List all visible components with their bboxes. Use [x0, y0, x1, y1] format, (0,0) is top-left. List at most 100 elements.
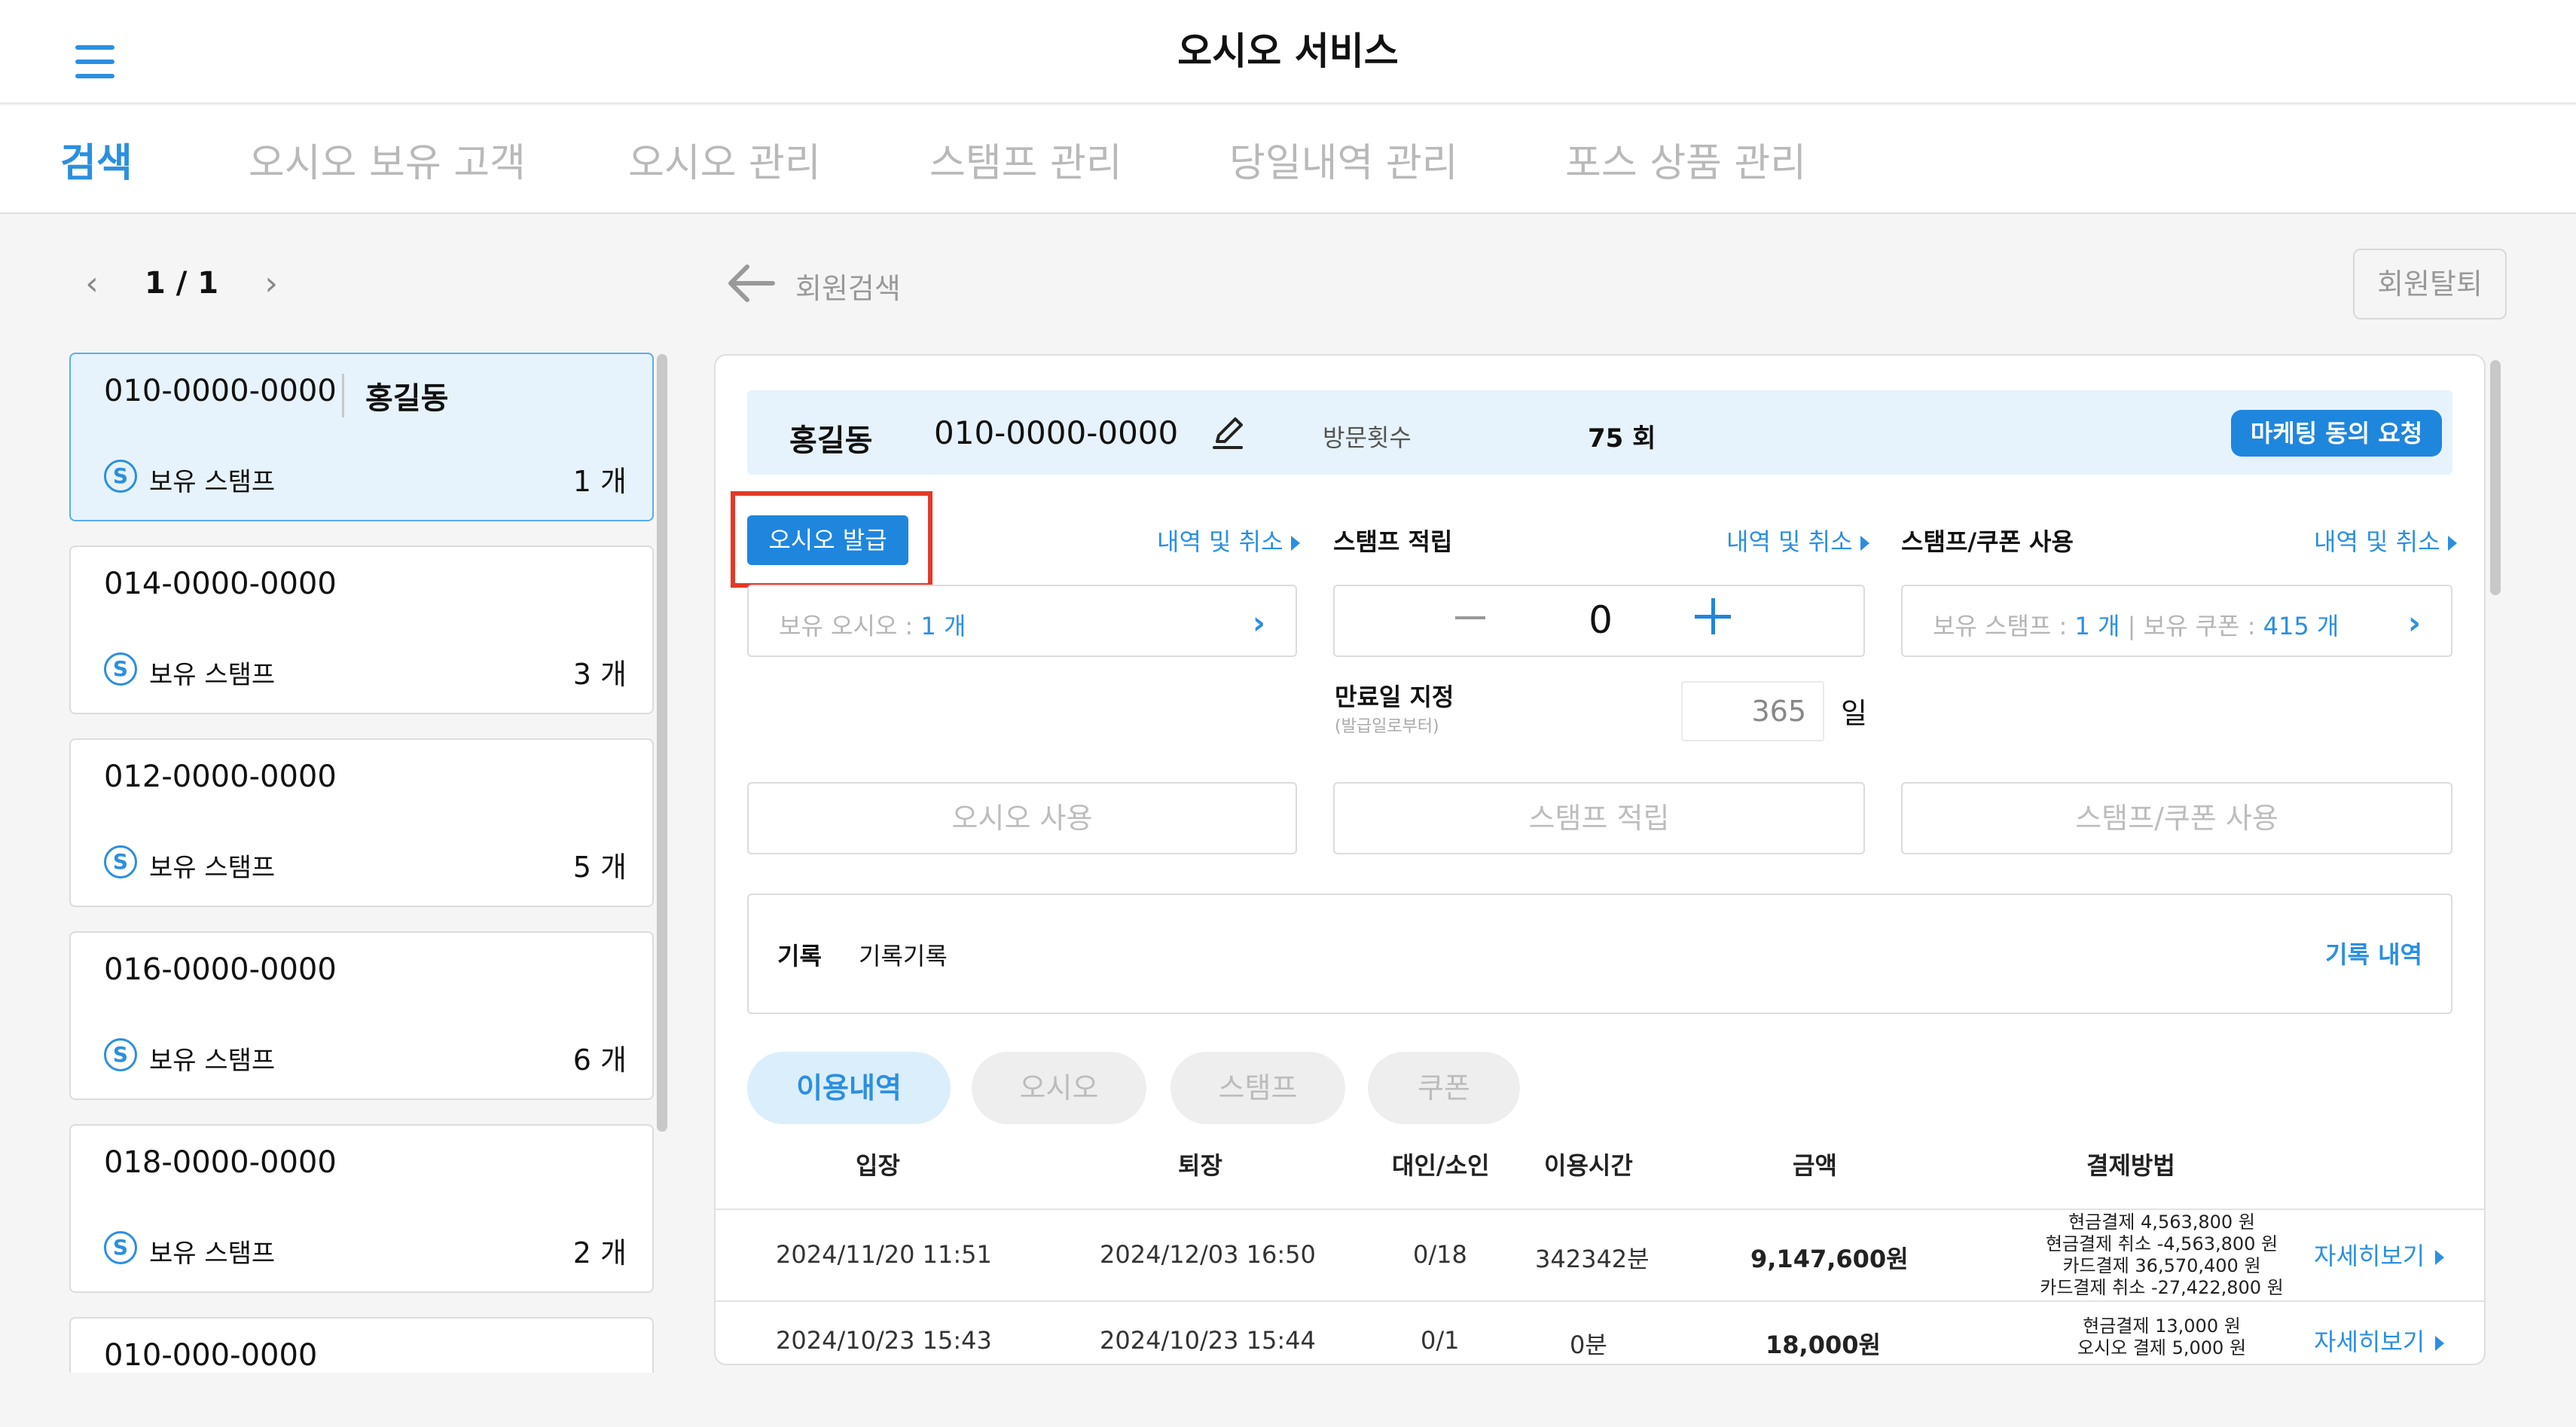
- stamp-count: 1 개: [572, 465, 627, 498]
- expire-days-input[interactable]: 365: [1681, 681, 1824, 741]
- cell-people: 0/18: [1413, 1240, 1467, 1269]
- osio-owned-field[interactable]: 보유 오시오 : 1 개 ›: [747, 585, 1297, 657]
- memo-value: 기록기록: [859, 942, 948, 970]
- stamp-count: 3 개: [572, 658, 627, 691]
- column-header-payment: 결제방법: [2086, 1151, 2175, 1180]
- stamp-count: 6 개: [572, 1044, 627, 1077]
- member-phone: 012-0000-0000: [104, 759, 337, 794]
- owned-stamp-value: 1 개: [2074, 612, 2120, 640]
- stamp-earn-title: 스탬프 적립: [1333, 527, 1453, 556]
- member-card[interactable]: 014-0000-0000 S 보유 스탬프 3 개: [69, 545, 654, 714]
- stamp-count: 2 개: [572, 1236, 627, 1270]
- link-label: 내역 및 취소: [1726, 527, 1853, 556]
- payment-line: 현금결제 취소 -4,563,800 원: [2045, 1233, 2278, 1254]
- customer-info-bar: 홍길동 010-0000-0000 방문횟수 75 회 마케팅 동의 요청: [747, 390, 2452, 475]
- member-card[interactable]: 010-000-0000: [69, 1317, 654, 1373]
- filter-coupon[interactable]: 쿠폰: [1368, 1052, 1520, 1124]
- memo-history-link[interactable]: 기록 내역: [2325, 936, 2422, 970]
- detail-panel-scrollbar[interactable]: [2490, 360, 2501, 595]
- member-phone: 016-0000-0000: [104, 952, 337, 987]
- payment-line: 오시오 결제 5,000 원: [2077, 1337, 2247, 1358]
- cell-exit: 2024/10/23 15:44: [1100, 1326, 1316, 1355]
- visits-label: 방문횟수: [1323, 423, 1412, 452]
- view-detail-link[interactable]: 자세히보기: [2314, 1237, 2445, 1272]
- chevron-right-icon: ›: [2407, 604, 2421, 641]
- column-header-people: 대인/소인: [1392, 1151, 1490, 1180]
- memo-box: 기록 기록기록 기록 내역: [747, 894, 2452, 1014]
- app-title: 오시오 서비스: [1177, 29, 1399, 73]
- member-card[interactable]: 010-0000-0000 홍길동 S 보유 스탬프 1 개: [69, 353, 654, 521]
- cell-amount: 18,000원: [1766, 1331, 1881, 1359]
- cell-payment-methods: 현금결제 4,563,800 원 현금결제 취소 -4,563,800 원 카드…: [2004, 1212, 2320, 1299]
- pencil-edit-icon[interactable]: [1207, 411, 1249, 454]
- view-detail-link[interactable]: 자세히보기: [2314, 1323, 2445, 1358]
- tab-stamp-management[interactable]: 스탬프 관리: [929, 131, 1122, 188]
- stamp-label: 보유 스탬프: [149, 1239, 276, 1269]
- expire-unit: 일: [1841, 697, 1867, 730]
- member-card[interactable]: 016-0000-0000 S 보유 스탬프 6 개: [69, 931, 654, 1100]
- member-name: 홍길동: [342, 374, 448, 417]
- chevron-right-icon[interactable]: ›: [255, 264, 288, 303]
- stamp-earn-button[interactable]: 스탬프 적립: [1333, 782, 1865, 854]
- stamp-coupon-owned-field[interactable]: 보유 스탬프 : 1 개 | 보유 쿠폰 : 415 개 ›: [1901, 585, 2452, 657]
- owned-coupon-value: 415 개: [2263, 612, 2339, 640]
- filter-usage-history[interactable]: 이용내역: [747, 1052, 951, 1124]
- stamp-quantity-value: 0: [1589, 598, 1613, 642]
- triangle-right-icon: [2435, 1336, 2445, 1351]
- link-label: 내역 및 취소: [2314, 527, 2440, 556]
- filter-osio[interactable]: 오시오: [972, 1052, 1146, 1124]
- owned-coupon-label: 보유 쿠폰 :: [2143, 612, 2263, 640]
- member-list-scrollbar[interactable]: [657, 354, 667, 1132]
- separator: |: [2127, 612, 2136, 640]
- link-label: 내역 및 취소: [1157, 527, 1283, 556]
- osio-use-button[interactable]: 오시오 사용: [747, 782, 1297, 854]
- payment-line: 카드결제 취소 -27,422,800 원: [2040, 1277, 2284, 1298]
- member-card[interactable]: 018-0000-0000 S 보유 스탬프 2 개: [69, 1124, 654, 1293]
- stamp-s-icon: S: [104, 652, 137, 686]
- payment-line: 현금결제 4,563,800 원: [2068, 1212, 2255, 1233]
- payment-line: 현금결제 13,000 원: [2083, 1315, 2241, 1337]
- stamp-label: 보유 스탬프: [149, 853, 276, 883]
- memo-label: 기록: [777, 942, 822, 970]
- stamp-coupon-owned-text: 보유 스탬프 : 1 개 | 보유 쿠폰 : 415 개: [1933, 607, 2339, 642]
- expire-label: 만료일 지정: [1335, 683, 1454, 711]
- cell-entry: 2024/11/20 11:51: [776, 1240, 992, 1269]
- back-label[interactable]: 회원검색: [795, 265, 901, 307]
- cell-duration: 342342분: [1535, 1245, 1650, 1273]
- cell-entry: 2024/10/23 15:43: [776, 1326, 992, 1355]
- column-header-exit: 퇴장: [1178, 1151, 1222, 1180]
- column-header-amount: 금액: [1793, 1151, 1837, 1180]
- link-label: 자세히보기: [2314, 1242, 2425, 1270]
- stamp-coupon-use-button[interactable]: 스탬프/쿠폰 사용: [1901, 782, 2452, 854]
- customer-phone: 010-0000-0000: [934, 414, 1179, 451]
- back-arrow-icon[interactable]: [725, 261, 776, 306]
- member-pager: ‹ 1 / 1 ›: [75, 261, 288, 306]
- plus-icon[interactable]: [1695, 598, 1731, 634]
- expire-sub-label: (발급일로부터): [1335, 717, 1439, 736]
- member-phone: 010-000-0000: [104, 1338, 318, 1373]
- member-list: 010-0000-0000 홍길동 S 보유 스탬프 1 개 014-0000-…: [69, 353, 654, 1373]
- member-phone: 014-0000-0000: [104, 567, 337, 601]
- stamp-label: 보유 스탬프: [149, 1046, 276, 1076]
- cell-exit: 2024/12/03 16:50: [1100, 1240, 1316, 1269]
- chevron-left-icon[interactable]: ‹: [75, 264, 108, 303]
- tab-osio-management[interactable]: 오시오 관리: [628, 131, 821, 188]
- table-row: 2024/11/20 11:51 2024/12/03 16:50 0/18 3…: [716, 1209, 2484, 1299]
- tab-osio-customers[interactable]: 오시오 보유 고객: [249, 131, 526, 188]
- tab-daily-history[interactable]: 당일내역 관리: [1229, 131, 1458, 188]
- osio-history-link[interactable]: 내역 및 취소: [1157, 523, 1300, 558]
- stamp-count: 5 개: [572, 851, 627, 884]
- tab-search[interactable]: 검색: [60, 131, 133, 188]
- stamp-earn-history-link[interactable]: 내역 및 취소: [1726, 523, 1869, 558]
- withdraw-button[interactable]: 회원탈퇴: [2353, 249, 2507, 319]
- member-card[interactable]: 012-0000-0000 S 보유 스탬프 5 개: [69, 738, 654, 907]
- tab-pos-products[interactable]: 포스 상품 관리: [1565, 131, 1806, 188]
- triangle-right-icon: [1290, 536, 1300, 551]
- chevron-right-icon: ›: [1252, 604, 1265, 641]
- main-tabs: 검색 오시오 보유 고객 오시오 관리 스탬프 관리 당일내역 관리 포스 상품…: [0, 105, 2576, 214]
- stamp-use-history-link[interactable]: 내역 및 취소: [2314, 523, 2457, 558]
- member-detail-panel: 홍길동 010-0000-0000 방문횟수 75 회 마케팅 동의 요청 오시…: [714, 354, 2486, 1365]
- link-label: 자세히보기: [2314, 1328, 2425, 1356]
- filter-stamp[interactable]: 스탬프: [1170, 1052, 1345, 1124]
- marketing-consent-button[interactable]: 마케팅 동의 요청: [2231, 410, 2442, 457]
